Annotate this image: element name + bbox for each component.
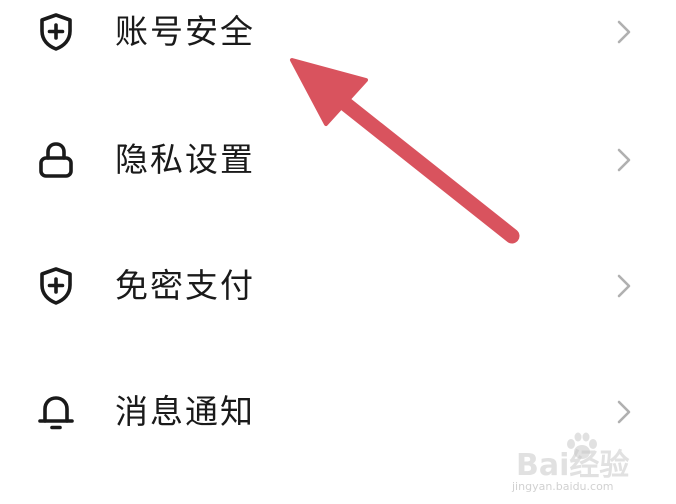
bell-icon xyxy=(32,388,80,436)
shield-plus-icon xyxy=(32,262,80,310)
menu-item-label: 账号安全 xyxy=(115,12,255,51)
chevron-right-icon xyxy=(612,140,636,180)
chevron-right-icon xyxy=(612,266,636,306)
menu-item-privacy-settings[interactable]: 隐私设置 xyxy=(0,110,676,210)
lock-icon xyxy=(32,136,80,184)
chevron-right-icon xyxy=(612,12,636,52)
menu-item-label: 隐私设置 xyxy=(115,140,255,179)
menu-item-password-free-payment[interactable]: 免密支付 xyxy=(0,236,676,336)
settings-screen: 账号安全 隐私设置 免密支付 消息通知 Bai经验 jingyan.baidu.… xyxy=(0,0,676,504)
shield-plus-icon xyxy=(32,8,80,56)
menu-item-label: 免密支付 xyxy=(115,266,255,305)
menu-item-message-notifications[interactable]: 消息通知 xyxy=(0,362,676,462)
menu-item-label: 消息通知 xyxy=(115,392,255,431)
chevron-right-icon xyxy=(612,392,636,432)
watermark-site: jingyan.baidu.com xyxy=(512,480,614,493)
menu-item-account-security[interactable]: 账号安全 xyxy=(0,0,676,82)
